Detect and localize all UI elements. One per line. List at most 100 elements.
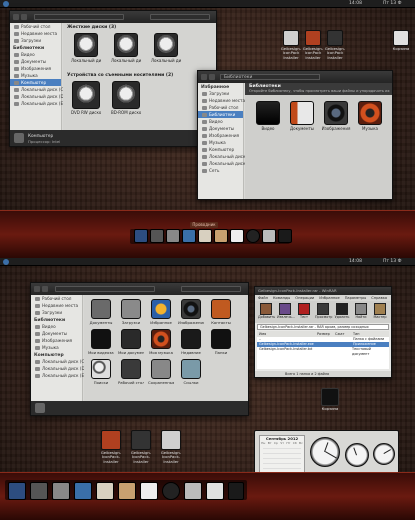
sidebar-head-favorites[interactable]: Избранное [198, 83, 243, 90]
sidebar-item[interactable]: Документы [10, 58, 61, 65]
sidebar-item[interactable]: Локальный диск [198, 153, 246, 160]
sidebar-item[interactable]: Локальный диск (E:) [31, 372, 87, 379]
sidebar-item[interactable]: Изображения [10, 65, 61, 72]
network-icon[interactable] [74, 482, 92, 500]
folder-music[interactable]: Моя музыка [148, 329, 174, 355]
sidebar-item[interactable]: Сеть [198, 167, 243, 174]
sidebar-item[interactable]: Загрузки [31, 309, 82, 316]
folder-contacts[interactable]: Контакты [208, 299, 234, 325]
sidebar-item-computer[interactable]: Компьютер [10, 79, 61, 86]
find-button[interactable]: Найти [353, 303, 369, 319]
delete-button[interactable]: Удалить [334, 303, 350, 319]
bd-drive[interactable]: BD-ROM дисковод (G:) [111, 81, 141, 115]
test-button[interactable]: Тест [296, 303, 312, 319]
clock-gadget-2[interactable] [345, 443, 369, 467]
sidebar-item[interactable]: Недавние места [31, 302, 82, 309]
back-button[interactable] [34, 286, 40, 292]
table-row[interactable]: Gelbesign-IconPack-Installer.txt Текстовы… [257, 347, 389, 356]
folder-recent[interactable]: Недавние [178, 329, 204, 355]
network-icon[interactable] [182, 229, 196, 243]
sidebar-head-computer[interactable]: Компьютер [31, 351, 82, 358]
media-icon[interactable] [30, 482, 48, 500]
folder-searches[interactable]: Поиски [88, 359, 114, 385]
sidebar-item[interactable]: Рабочий стол [198, 104, 243, 111]
desktop-icon-installer-3[interactable]: Gelbesign-IconPack-Installer [158, 430, 184, 464]
library-icon[interactable] [206, 482, 224, 500]
library-images[interactable]: Изображения [321, 101, 351, 131]
wizard-button[interactable]: Мастер [372, 303, 388, 319]
search-input[interactable] [150, 14, 210, 20]
browser-icon[interactable] [162, 482, 180, 500]
search-input[interactable] [181, 286, 241, 292]
sidebar-item[interactable]: Рабочий стол [10, 23, 61, 30]
sidebar-item[interactable]: Документы [198, 125, 243, 132]
desktop-icon-installer-3[interactable]: Gelbesign-IconPack Installer [324, 30, 346, 60]
sidebar-item[interactable]: Локальный диск [198, 160, 246, 167]
sidebar-item[interactable]: Рабочий стол [31, 295, 82, 302]
back-button[interactable] [201, 74, 207, 80]
archive-path[interactable]: Gelbesign-IconPack-Installer.rar - RAR а… [257, 324, 389, 330]
dvd-drive[interactable]: DVD RW дисковод (F:) [71, 81, 101, 115]
archive-icon[interactable] [184, 482, 202, 500]
folder-icon[interactable] [118, 482, 136, 500]
sidebar-item[interactable]: Музыка [31, 344, 82, 351]
settings-icon[interactable] [52, 482, 70, 500]
clock-gadget-1[interactable] [310, 437, 340, 467]
forward-button[interactable] [21, 14, 27, 20]
add-button[interactable]: Добавить [258, 303, 275, 319]
sidebar-item[interactable]: Документы [31, 330, 82, 337]
sidebar-item[interactable]: Видео [31, 323, 82, 330]
view-button[interactable]: Просмотр [315, 303, 332, 319]
folder-links[interactable]: Ссылки [178, 359, 204, 385]
sidebar-item[interactable]: Локальный диск (E:) [10, 100, 66, 107]
desktop-icon-trash[interactable]: Корзина [319, 388, 341, 411]
sidebar-item[interactable]: Музыка [10, 72, 61, 79]
archive-icon[interactable] [262, 229, 276, 243]
sidebar-item[interactable]: Локальный диск (C:) [31, 358, 87, 365]
folder-videos[interactable]: Мои видеозаписи [88, 329, 114, 355]
sidebar-item[interactable]: Локальный диск (D:) [31, 365, 88, 372]
folder-saved-games[interactable]: Сохраненные игры [148, 359, 174, 385]
clock-gadget-3[interactable] [373, 443, 395, 465]
folder-folders[interactable]: Папки [208, 329, 234, 355]
drive-d[interactable]: Локальный диск (D:) [111, 33, 141, 63]
back-button[interactable] [13, 14, 19, 20]
folder-favorites[interactable]: Избранное [148, 299, 174, 325]
drive-c[interactable]: Локальный диск (C:) [71, 33, 101, 63]
library-video[interactable]: Видео [253, 101, 283, 131]
sidebar-item[interactable]: Изображения [31, 337, 82, 344]
notepad-icon[interactable] [96, 482, 114, 500]
document-icon[interactable] [140, 482, 158, 500]
folder-desktop[interactable]: Рабочий стол [118, 359, 144, 385]
extract-button[interactable]: Извлечь... [277, 303, 295, 319]
drive-e[interactable]: Локальный диск (E:) [151, 33, 181, 63]
start-orb-icon[interactable] [3, 1, 9, 7]
sidebar-item[interactable]: Локальный диск (C:) [10, 86, 66, 93]
folder-my-documents[interactable]: Мои документы [118, 329, 144, 355]
sidebar-item[interactable]: Локальный диск (D:) [10, 93, 67, 100]
trash-icon[interactable] [228, 482, 244, 500]
computer-icon[interactable] [134, 229, 148, 243]
document-icon[interactable] [230, 229, 244, 243]
sidebar-item[interactable]: Недавние места [10, 30, 61, 37]
desktop-icon-installer-2[interactable]: Gelbesign-IconPack-Installer [128, 430, 154, 464]
settings-icon[interactable] [166, 229, 180, 243]
folder-icon[interactable] [214, 229, 228, 243]
sidebar-item[interactable]: Загрузки [198, 90, 243, 97]
folder-downloads[interactable]: Загрузки [118, 299, 144, 325]
sidebar-item[interactable]: Музыка [198, 139, 243, 146]
library-music[interactable]: Музыка [355, 101, 385, 131]
folder-pictures[interactable]: Изображения [178, 299, 204, 325]
sidebar-item[interactable]: Видео [198, 118, 243, 125]
calendar-gadget[interactable]: Сентябрь 2012 Пн Вт Ср Чт Пт Сб Вс [259, 435, 305, 477]
address-bar[interactable]: Библиотеки [220, 74, 320, 80]
start-orb-icon[interactable] [3, 259, 9, 265]
trash-icon[interactable] [278, 229, 292, 243]
forward-button[interactable] [42, 286, 48, 292]
library-documents[interactable]: Документы [287, 101, 317, 131]
desktop-icon-installer-1[interactable]: Gelbesign-IconPack Installer [280, 30, 302, 60]
folder-documents[interactable]: Документы [88, 299, 114, 325]
media-icon[interactable] [150, 229, 164, 243]
sidebar-item-libraries[interactable]: Библиотеки [198, 111, 243, 118]
forward-button[interactable] [209, 74, 215, 80]
